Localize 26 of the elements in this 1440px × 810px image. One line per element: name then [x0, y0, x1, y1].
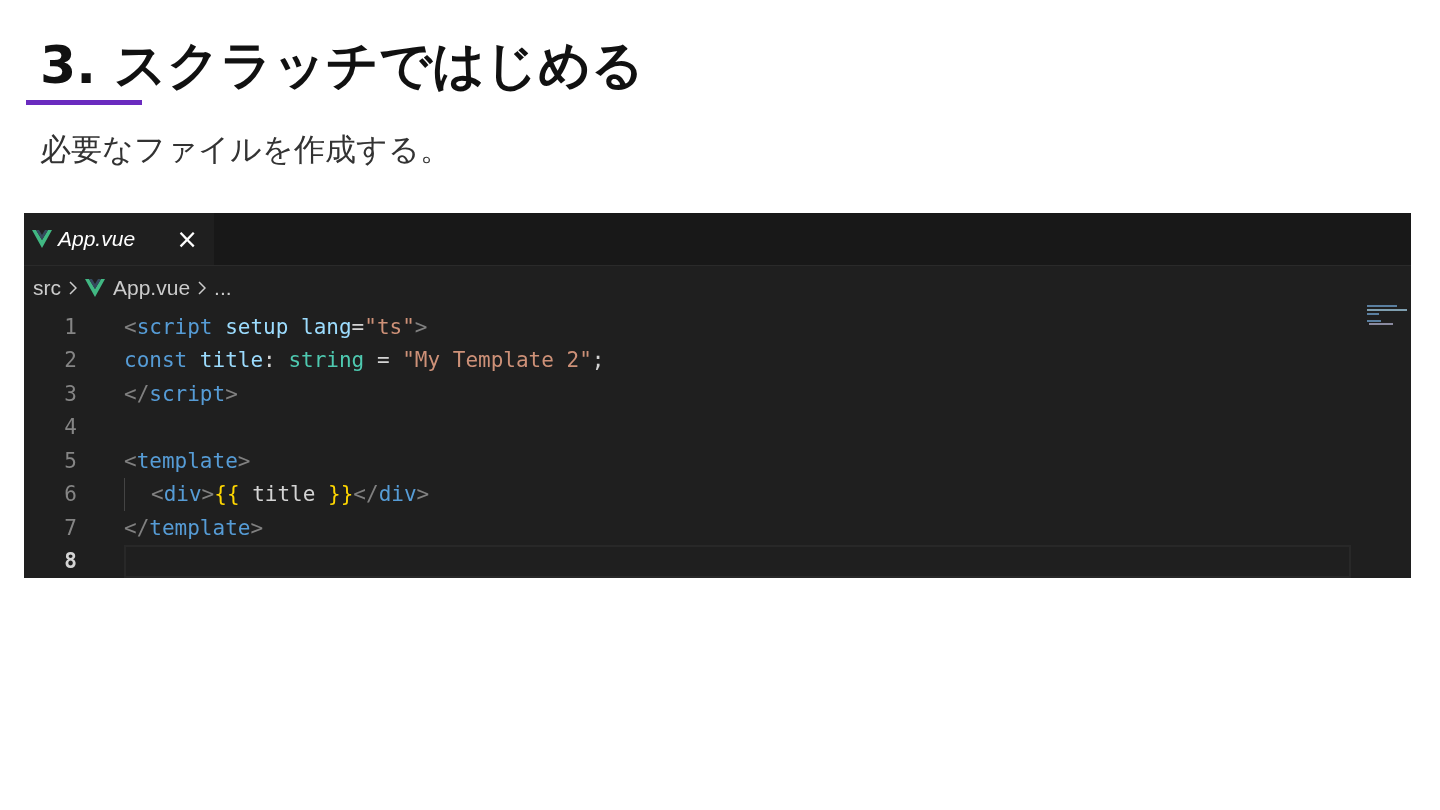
code-line: const title: string = "My Template 2"; — [124, 348, 605, 373]
line-number: 1 — [63, 314, 77, 339]
line-number: 2 — [63, 348, 77, 373]
tab-label: App.vue — [58, 227, 136, 251]
line-number: 4 — [63, 415, 77, 440]
chevron-right-icon — [198, 281, 207, 295]
editor-tab[interactable]: App.vue × — [24, 213, 214, 265]
minimap-drawing — [1365, 303, 1409, 327]
code-line: </script> — [124, 381, 238, 406]
code-line: <template> — [124, 448, 251, 473]
breadcrumb-item[interactable]: src — [33, 276, 61, 300]
slide-title: 3. スクラッチではじめる — [40, 34, 646, 97]
line-number: 3 — [63, 381, 77, 406]
breadcrumb-item[interactable]: App.vue — [113, 276, 191, 300]
code-line: <script setup lang="ts"> — [124, 314, 428, 339]
line-number: 8 — [63, 549, 77, 574]
chevron-right-icon — [69, 281, 77, 295]
code-line: <div>{{ title }}</div> — [151, 482, 430, 507]
line-number: 6 — [63, 482, 77, 507]
line-number: 7 — [63, 515, 77, 540]
slide-subtitle: 必要なファイルを作成する。 — [40, 130, 452, 169]
breadcrumb-item[interactable]: ... — [214, 276, 232, 300]
line-number: 5 — [63, 448, 77, 473]
vue-logo-icon — [32, 230, 52, 248]
close-button[interactable]: × — [176, 224, 198, 254]
code-line: </template> — [124, 515, 264, 540]
